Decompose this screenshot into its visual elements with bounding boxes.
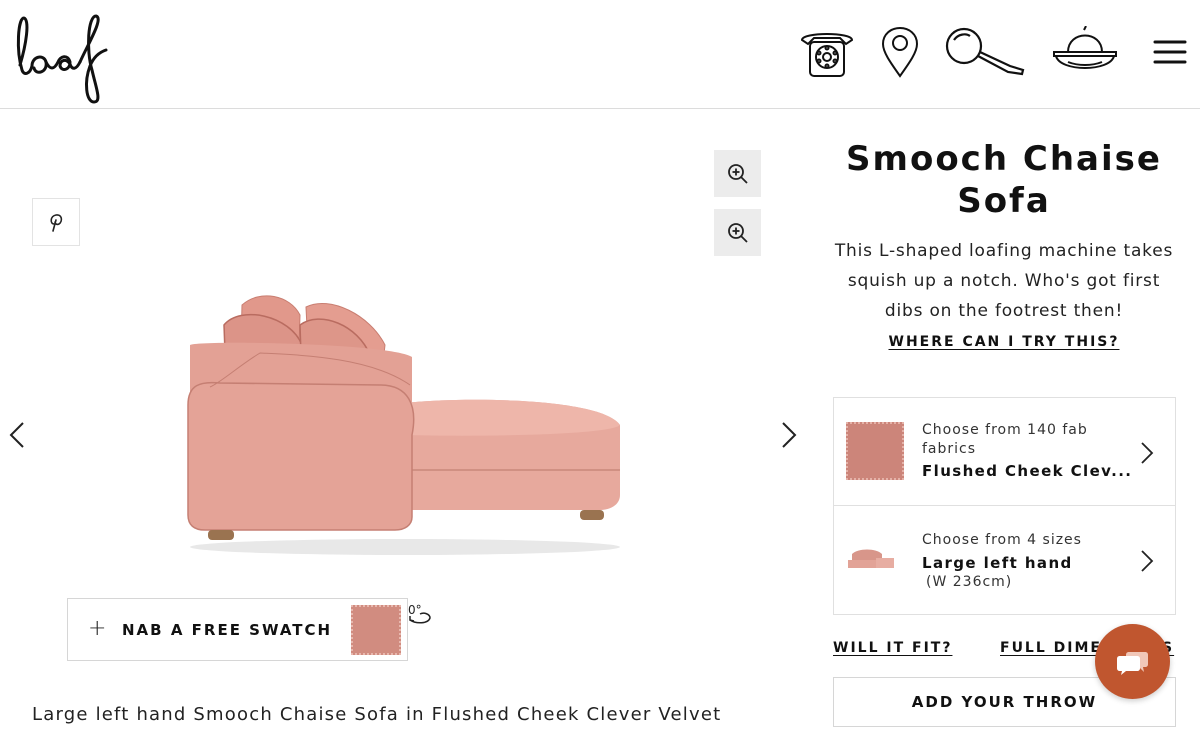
size-thumbnail	[848, 549, 894, 568]
product-image	[187, 295, 620, 555]
product-gallery: + NAB A FREE SWATCH 0° Large left hand S…	[0, 110, 810, 734]
fabric-count-label: Choose from 140 fab	[922, 422, 1088, 438]
zoom-in-button-secondary[interactable]	[714, 209, 761, 256]
chat-icon	[1116, 651, 1148, 675]
phone-icon[interactable]	[798, 26, 856, 78]
loaf-logo[interactable]	[8, 10, 108, 105]
basket-icon[interactable]	[1050, 26, 1120, 78]
swatch-chip	[351, 605, 401, 655]
product-description: This L-shaped loafing machine takes squi…	[834, 241, 1174, 321]
site-header	[0, 0, 1200, 109]
where-can-i-try-link[interactable]: WHERE CAN I TRY THIS?	[812, 334, 1196, 350]
selected-fabric: Flushed Cheek Clev...	[922, 462, 1133, 480]
chevron-right-icon	[1141, 442, 1154, 464]
size-count-label: Choose from 4 sizes	[922, 532, 1082, 548]
free-swatch-button[interactable]: + NAB A FREE SWATCH	[67, 598, 408, 661]
image-caption: Large left hand Smooch Chaise Sofa in Fl…	[32, 704, 722, 725]
zoom-in-icon	[727, 222, 748, 243]
previous-image-arrow-icon[interactable]	[6, 420, 28, 450]
pinterest-icon	[50, 214, 63, 232]
next-image-arrow-icon[interactable]	[778, 420, 800, 450]
store-locator-icon[interactable]	[880, 26, 920, 78]
fabric-swatch-chip	[846, 422, 904, 480]
selected-size: Large left hand	[922, 554, 1073, 572]
selected-size-dimension: (W 236cm)	[926, 574, 1013, 590]
menu-icon[interactable]	[1152, 38, 1188, 66]
will-it-fit-link[interactable]: WILL IT FIT?	[833, 640, 952, 656]
chevron-right-icon	[1141, 550, 1154, 572]
chat-button[interactable]	[1095, 624, 1170, 699]
size-selector[interactable]: Choose from 4 sizes Large left hand (W 2…	[833, 506, 1176, 615]
fabric-selector[interactable]: Choose from 140 fab fabrics Flushed Chee…	[833, 397, 1176, 506]
search-icon[interactable]	[944, 26, 1028, 78]
plus-icon: +	[88, 616, 107, 641]
zoom-in-button[interactable]	[714, 150, 761, 197]
fabric-count-label-wrap: fabrics	[922, 441, 977, 457]
pinterest-button[interactable]	[32, 198, 80, 246]
rotate-360-icon[interactable]	[406, 602, 436, 630]
full-dimensions-link[interactable]: FULL DIME	[1000, 640, 1102, 656]
free-swatch-label: NAB A FREE SWATCH	[122, 621, 333, 639]
zoom-in-icon	[727, 163, 748, 184]
product-title: Smooch Chaise Sofa	[846, 139, 1162, 221]
